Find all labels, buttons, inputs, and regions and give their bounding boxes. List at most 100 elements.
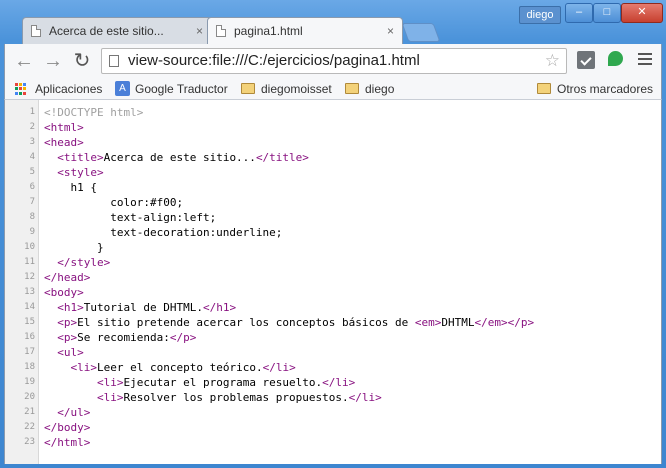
source-line: 11 </style> (5, 255, 655, 270)
line-code: <style> (57, 166, 104, 179)
line-code: text-decoration:underline; (44, 226, 283, 239)
source-line: 1 <!DOCTYPE html> (5, 105, 655, 120)
line-number: 7 (29, 197, 35, 207)
user-badge[interactable]: diego (519, 6, 561, 24)
line-code: <p>El sitio pretende acercar los concept… (57, 316, 535, 329)
page-icon (216, 25, 226, 37)
bookmark-label: diego (365, 82, 395, 96)
line-number: 5 (29, 167, 35, 177)
line-number: 6 (29, 182, 35, 192)
line-code: <li>Resolver los problemas propuestos.</… (96, 391, 382, 404)
bookmark-label: diegomoisset (261, 82, 332, 96)
source-line: 20 <li>Resolver los problemas propuestos… (5, 390, 655, 405)
tab-acerca[interactable]: Acerca de este sitio... × (22, 17, 212, 44)
source-line: 3 <head> (5, 135, 655, 150)
source-line: 8 text-align:left; (5, 210, 655, 225)
line-code: </ul> (57, 406, 91, 419)
bookmark-label: Google Traductor (135, 82, 228, 96)
maximize-button[interactable]: □ (593, 3, 621, 23)
line-code: } (44, 241, 104, 254)
line-number: 15 (24, 317, 35, 327)
source-line: 9 text-decoration:underline; (5, 225, 655, 240)
google-translate-icon: A (115, 81, 130, 96)
line-code: </html> (44, 436, 91, 449)
line-number: 13 (24, 287, 35, 297)
source-line: 16 <p>Se recomienda:</p> (5, 330, 655, 345)
line-number: 23 (24, 437, 35, 447)
source-line: 7 color:#f00; (5, 195, 655, 210)
source-view: 1 <!DOCTYPE html> 2 <html> 3 <head> 4 <title>A… (4, 100, 662, 464)
folder-icon (241, 83, 255, 94)
bookmark-star-icon[interactable]: ☆ (545, 51, 560, 71)
source-line: 22 </body> (5, 420, 655, 435)
address-bar[interactable]: view-source:file:///C:/ejercicios/pagina… (101, 48, 567, 74)
source-line: 23 </html> (5, 435, 655, 450)
tab-title: Acerca de este sitio... (49, 24, 164, 38)
source-line: 19 <li>Ejecutar el programa resuelto.</l… (5, 375, 655, 390)
page-icon (31, 25, 41, 37)
line-code: <html> (44, 121, 84, 134)
window-bottom-border (0, 464, 666, 468)
line-number: 17 (24, 347, 35, 357)
bookmarks-bar: Aplicaciones A Google Traductor diegomoi… (4, 78, 662, 100)
folder-icon (537, 83, 551, 94)
line-number: 3 (29, 137, 35, 147)
back-icon[interactable]: ← (13, 50, 35, 72)
line-number: 9 (29, 227, 35, 237)
source-line: 13 <body> (5, 285, 655, 300)
close-tab-icon[interactable]: × (196, 18, 203, 44)
page-icon (109, 55, 119, 67)
line-number: 1 (29, 107, 35, 117)
menu-icon[interactable] (638, 53, 652, 65)
bookmark-label: Otros marcadores (557, 82, 654, 96)
extension-check-icon[interactable] (577, 51, 595, 69)
line-code: text-align:left; (44, 211, 217, 224)
apps-grid-icon (15, 83, 27, 95)
line-code: <title>Acerca de este sitio...</title> (57, 151, 309, 164)
line-number: 19 (24, 377, 35, 387)
line-code: </style> (57, 256, 111, 269)
source-line: 18 <li>Leer el concepto teórico.</li> (5, 360, 655, 375)
source-line: 15 <p>El sitio pretende acercar los conc… (5, 315, 655, 330)
folder-icon (345, 83, 359, 94)
line-number: 2 (29, 122, 35, 132)
line-number: 14 (24, 302, 35, 312)
url-text[interactable]: view-source:file:///C:/ejercicios/pagina… (128, 52, 420, 69)
line-number: 12 (24, 272, 35, 282)
tab-pagina1[interactable]: pagina1.html × (207, 17, 403, 44)
forward-icon[interactable]: → (42, 50, 64, 72)
line-number: 10 (24, 242, 35, 252)
line-code: <h1>Tutorial de DHTML.</h1> (57, 301, 237, 314)
tab-title: pagina1.html (234, 24, 303, 38)
line-number: 4 (29, 152, 35, 162)
source-line: 2 <html> (5, 120, 655, 135)
source-line: 14 <h1>Tutorial de DHTML.</h1> (5, 300, 655, 315)
line-number: 16 (24, 332, 35, 342)
source-line: 21 </ul> (5, 405, 655, 420)
source-line: 5 <style> (5, 165, 655, 180)
minimize-button[interactable]: – (565, 3, 593, 23)
line-number: 8 (29, 212, 35, 222)
extension-leaf-icon[interactable] (608, 51, 623, 66)
close-window-button[interactable]: ✕ (621, 3, 663, 23)
line-code: <head> (44, 136, 84, 149)
line-code: </head> (44, 271, 91, 284)
line-number: 11 (24, 257, 35, 267)
line-code: <p>Se recomienda:</p> (57, 331, 197, 344)
line-number: 21 (24, 407, 35, 417)
bookmark-label: Aplicaciones (35, 82, 103, 96)
line-code: </body> (44, 421, 91, 434)
reload-icon[interactable]: ↻ (71, 50, 93, 72)
close-tab-icon[interactable]: × (387, 18, 394, 44)
browser-window: Acerca de este sitio... × pagina1.html ×… (0, 0, 666, 468)
line-code: <body> (44, 286, 84, 299)
source-line: 12 </head> (5, 270, 655, 285)
line-code: <li>Ejecutar el programa resuelto.</li> (96, 376, 356, 389)
line-number: 22 (24, 422, 35, 432)
toolbar: ← → ↻ view-source:file:///C:/ejercicios/… (4, 44, 662, 78)
new-tab-button[interactable] (401, 23, 441, 42)
line-number: 20 (24, 392, 35, 402)
source-line: 4 <title>Acerca de este sitio...</title> (5, 150, 655, 165)
source-line: 10 } (5, 240, 655, 255)
line-code: <li>Leer el concepto teórico.</li> (70, 361, 296, 374)
